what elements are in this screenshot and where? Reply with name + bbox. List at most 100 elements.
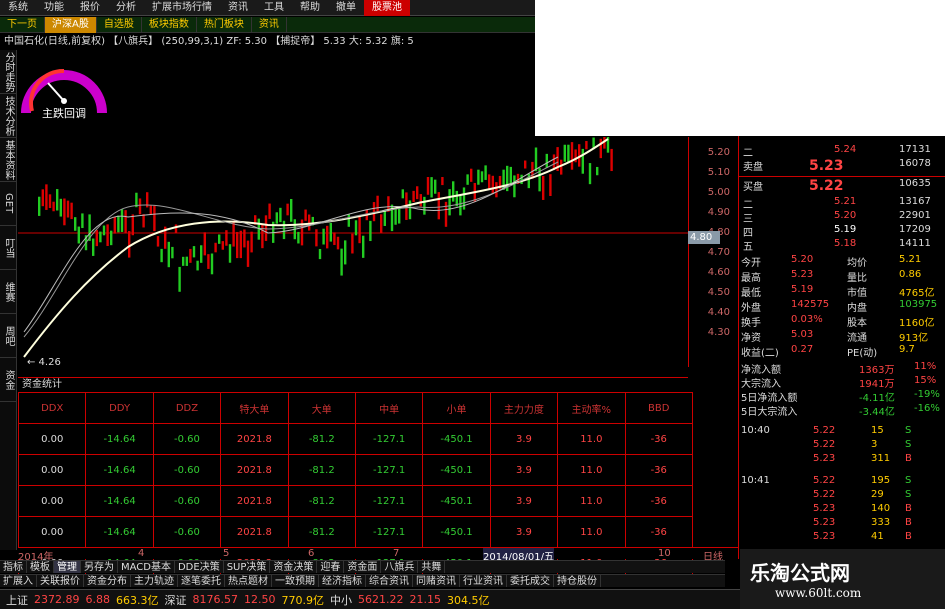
stat-label: 股本 [847,318,867,329]
tab-info[interactable]: 经济指标 [319,575,366,587]
table-cell: 11.0 [557,516,626,548]
tab-info[interactable]: 行业资讯 [460,575,507,587]
candle [322,228,325,245]
tab-indicator[interactable]: 资金决策 [270,561,318,573]
stat-value: 5.21 [899,254,922,265]
left-nav-item[interactable]: GET [0,182,17,226]
candle [426,177,430,195]
tab-info[interactable]: 扩展入 [0,575,37,587]
candle [250,231,253,253]
candlestick-chart[interactable] [18,137,688,375]
candle [513,175,516,198]
menu-item[interactable]: 分析 [108,0,144,16]
menu-item[interactable]: 帮助 [292,0,328,16]
left-nav-item[interactable]: 资金 [0,358,17,402]
stat-value: 0.86 [899,269,922,280]
toolbar-item-selected[interactable]: 沪深A股 [45,16,97,33]
candle [308,214,311,231]
ob-label: 四 [743,228,753,239]
toolbar-item[interactable]: 热门板块 [197,16,252,33]
candle [398,208,401,224]
candle [542,175,545,200]
tab-info[interactable]: 委托成交 [507,575,554,587]
sh-amount: 663.3亿 [116,593,159,607]
candle [315,229,318,247]
candle [48,194,52,209]
tab-indicator[interactable]: SUP决策 [224,561,271,573]
tab-indicator[interactable]: DDE决策 [175,561,224,573]
left-nav-item[interactable]: 基本资料 [0,138,17,182]
quote-row: 5.23 311 B [739,453,945,467]
tab-indicator[interactable]: 资金面 [344,561,382,573]
info-tabs: 扩展入 关联报价 资金分布 主力轨迹 逐笔委托 热点题材 一致预期 经济指标 综合资讯 同赌资讯行… [0,574,725,587]
section-title: 资金统计 [18,377,688,391]
candle [448,189,451,216]
chart-title: 中国石化(日线,前复权) 【八旗兵】 (250,99,3,1) ZF: 5.30… [4,36,414,47]
tab-info[interactable]: 热点题材 [225,575,272,587]
time-axis: 2014年 4 5 6 7 2014/08/01/五 10 日线 [18,547,738,563]
sh-label: 上证 [6,593,28,607]
menu-item-stock-pool[interactable]: 股票池 [364,0,410,16]
tab-indicator[interactable]: 八旗兵 [381,561,419,573]
left-nav-item[interactable]: 分时走势 [0,50,17,94]
table-cell: 2021.8 [220,454,289,486]
quote-row: 5日大宗流入 -3.44亿 -16% [739,403,945,418]
candle [124,210,127,234]
menu-item[interactable]: 扩展市场行情 [144,0,220,16]
candle [192,246,196,258]
stat-value: 1160亿 [899,318,935,329]
tab-indicator[interactable]: 共舞 [418,561,446,573]
candle [99,231,102,243]
candle [610,148,613,172]
candle [131,214,134,236]
tab-info[interactable]: 逐笔委托 [178,575,225,587]
tab-indicator[interactable]: 管理 [54,561,81,573]
flow-pct: -16% [914,403,940,414]
price-tick: 5.00 [707,187,730,198]
toolbar-item[interactable]: 下一页 [0,16,45,33]
menu-item[interactable]: 功能 [36,0,72,16]
table-cell: -0.60 [152,485,222,517]
tab-indicator[interactable]: MACD基本 [118,561,175,573]
menu-item[interactable]: 报价 [72,0,108,16]
candle [466,174,469,185]
tab-info[interactable]: 持仓股份 [554,575,601,587]
left-nav-item[interactable]: 技术分析 [0,94,17,138]
toolbar-item[interactable]: 自选股 [97,16,142,33]
tab-info[interactable]: 同赌资讯 [413,575,460,587]
quote-row: 五 5.18 14111 [739,238,945,253]
price-tick: 4.30 [707,327,730,338]
sz-amount: 770.9亿 [281,593,325,607]
flow-pct: 11% [914,361,937,372]
left-nav-item[interactable]: 叮当 [0,226,17,270]
candle [225,230,228,246]
stat-label: 净资 [741,333,761,344]
menu-item-orders[interactable]: 撤单 [328,0,364,16]
tab-info[interactable]: 主力轨迹 [131,575,178,587]
candle [200,245,203,263]
tab-indicator[interactable]: 模板 [27,561,54,573]
candle [491,175,494,195]
tab-info[interactable]: 关联报价 [37,575,84,587]
menu-item[interactable]: 资讯 [220,0,256,16]
tick-price: 5.22 [813,489,836,500]
toolbar-item[interactable]: 板块指数 [142,16,197,33]
gauge-widget: 主跌回调 [21,68,107,120]
tab-info[interactable]: 一致预期 [272,575,319,587]
table-cell: 0.00 [17,454,87,486]
left-nav-item[interactable]: 维赛 [0,270,17,314]
candle [178,266,181,292]
tick-side: B [905,453,912,464]
menu-item[interactable]: 工具 [256,0,292,16]
menu-item[interactable]: 系统 [0,0,36,16]
candle [383,210,386,226]
left-nav-item[interactable]: 周吧 [0,314,17,358]
tab-info[interactable]: 综合资讯 [366,575,413,587]
tab-indicator[interactable]: 迎春 [317,561,345,573]
candle [275,212,278,224]
tab-info[interactable]: 资金分布 [84,575,131,587]
candle [106,224,109,246]
tab-indicator[interactable]: 指标 [0,561,27,573]
toolbar-item[interactable]: 资讯 [252,16,287,33]
tab-indicator[interactable]: 另存为 [81,561,118,573]
